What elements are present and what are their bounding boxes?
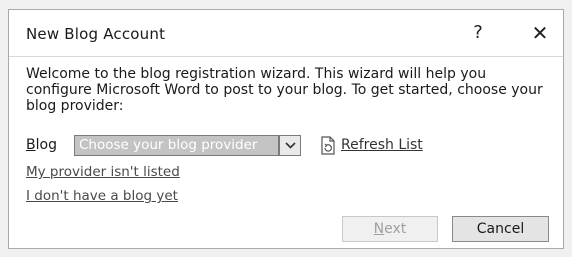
chevron-down-icon — [285, 142, 296, 149]
title-bar: New Blog Account ? ✕ — [9, 10, 563, 57]
refresh-icon[interactable] — [319, 136, 337, 156]
next-label-rest: ext — [384, 221, 407, 237]
refresh-list-link[interactable]: Refresh List — [341, 137, 423, 153]
new-blog-account-dialog: New Blog Account ? ✕ Welcome to the blog… — [8, 9, 564, 249]
next-button[interactable]: Next — [342, 216, 438, 242]
blog-label-rest: log — [35, 137, 57, 153]
no-blog-yet-link[interactable]: I don't have a blog yet — [26, 188, 178, 204]
provider-dropdown-button[interactable] — [279, 135, 301, 156]
cancel-button[interactable]: Cancel — [452, 216, 549, 242]
dialog-body: Welcome to the blog registration wizard.… — [26, 66, 553, 114]
close-button[interactable]: ✕ — [523, 19, 557, 47]
intro-text: Welcome to the blog registration wizard.… — [26, 66, 543, 114]
provider-not-listed-link[interactable]: My provider isn't listed — [26, 164, 180, 180]
next-mnemonic: N — [373, 221, 385, 237]
dialog-title: New Blog Account — [26, 25, 166, 43]
blog-provider-select[interactable]: Choose your blog provider — [74, 135, 279, 156]
help-button[interactable]: ? — [461, 19, 495, 47]
blog-provider-row: Blog Choose your blog provider Refresh L… — [26, 135, 546, 157]
blog-label: Blog — [26, 137, 57, 153]
blog-label-mnemonic: B — [26, 137, 36, 153]
